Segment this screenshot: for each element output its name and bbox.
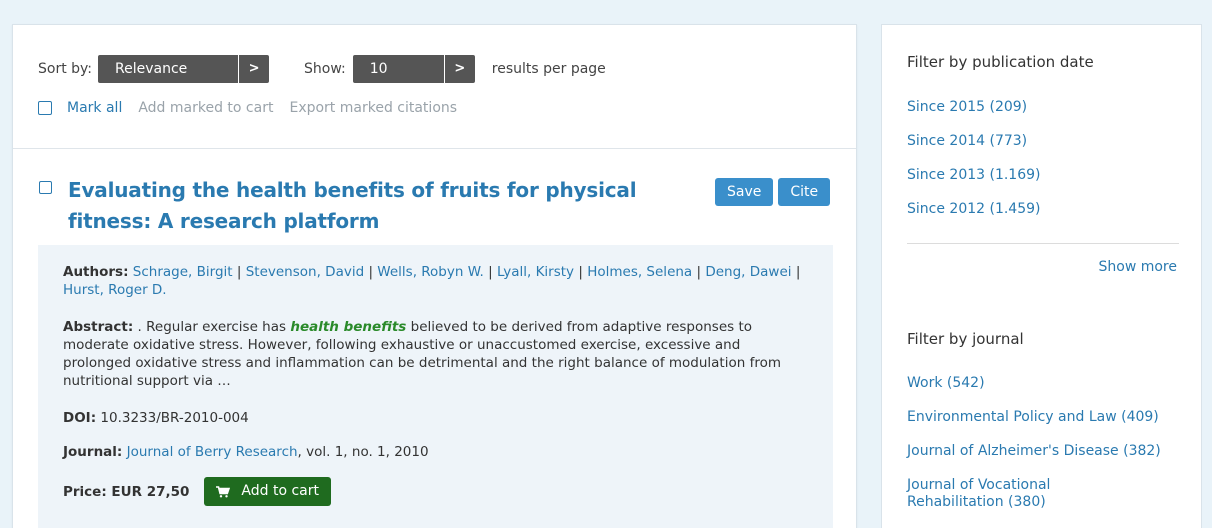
filter-date-item[interactable]: Since 2015 (209) — [907, 99, 1187, 116]
doi-value: 10.3233/BR-2010-004 — [96, 410, 249, 426]
result-title-link[interactable]: Evaluating the health benefits of fruits… — [68, 175, 708, 237]
doi-line: DOI: 10.3233/BR-2010-004 — [63, 409, 808, 427]
show-more-link[interactable]: Show more — [1099, 259, 1178, 275]
show-label: Show: — [304, 61, 346, 77]
journal-filter-heading: Filter by journal — [907, 330, 1024, 348]
filter-date-item[interactable]: Since 2014 (773) — [907, 133, 1187, 150]
filter-panel: Filter by publication date Since 2015 (2… — [881, 24, 1202, 528]
filter-divider — [907, 243, 1179, 244]
abstract-label: Abstract: — [63, 319, 134, 335]
author-link[interactable]: Stevenson, David — [246, 264, 364, 280]
per-page-select-value[interactable]: 10 — [352, 55, 444, 83]
filter-date-item[interactable]: Since 2013 (1.169) — [907, 167, 1187, 184]
result-actions: Save Cite — [715, 178, 835, 206]
mark-all-link[interactable]: Mark all — [67, 100, 122, 116]
results-panel: Sort by: Relevance > Show: 10 > results … — [12, 24, 857, 528]
abstract-line: Abstract: . Regular exercise has health … — [63, 318, 808, 390]
author-separator: | — [791, 264, 801, 280]
sort-select[interactable]: Relevance > — [98, 55, 270, 83]
add-marked-to-cart-link[interactable]: Add marked to cart — [138, 100, 273, 116]
filter-date-item[interactable]: Since 2012 (1.459) — [907, 201, 1187, 218]
results-toolbar: Sort by: Relevance > Show: 10 > results … — [13, 25, 856, 149]
per-page-select[interactable]: 10 > — [352, 55, 475, 83]
filter-journal-item[interactable]: Environmental Policy and Law (409) — [907, 409, 1187, 426]
author-link[interactable]: Lyall, Kirsty — [497, 264, 574, 280]
sort-label: Sort by: — [38, 61, 93, 77]
author-link[interactable]: Holmes, Selena — [587, 264, 692, 280]
author-separator: | — [692, 264, 706, 280]
publication-date-filter-heading: Filter by publication date — [907, 53, 1094, 71]
result-checkbox[interactable] — [39, 181, 52, 194]
results-per-page-label: results per page — [491, 61, 606, 77]
author-separator: | — [483, 264, 497, 280]
add-to-cart-button[interactable]: Add to cart — [204, 477, 332, 506]
authors-line: Authors: Schrage, Birgit | Stevenson, Da… — [63, 263, 808, 299]
abstract-text-start: . Regular exercise has — [133, 319, 291, 335]
journal-line: Journal: Journal of Berry Research, vol.… — [63, 443, 808, 461]
author-separator: | — [364, 264, 378, 280]
sort-controls: Sort by: Relevance > Show: 10 > results … — [38, 55, 606, 83]
result-details: Authors: Schrage, Birgit | Stevenson, Da… — [38, 245, 833, 528]
author-link[interactable]: Deng, Dawei — [705, 264, 791, 280]
author-separator: | — [232, 264, 246, 280]
journal-link[interactable]: Journal of Berry Research — [127, 444, 298, 460]
cite-button[interactable]: Cite — [778, 178, 831, 206]
add-to-cart-label: Add to cart — [241, 483, 320, 499]
authors-label: Authors: — [63, 264, 129, 280]
author-link[interactable]: Hurst, Roger D. — [63, 282, 167, 298]
mark-all-checkbox[interactable] — [38, 101, 52, 115]
per-page-chevron-right-icon[interactable]: > — [443, 55, 475, 83]
export-marked-citations-link[interactable]: Export marked citations — [289, 100, 457, 116]
filter-journal-item[interactable]: Journal of Alzheimer's Disease (382) — [907, 443, 1187, 460]
filter-journal-item[interactable]: Work (542) — [907, 375, 1187, 392]
journal-details: , vol. 1, no. 1, 2010 — [297, 444, 429, 460]
doi-label: DOI: — [63, 410, 97, 426]
sort-select-chevron-right-icon[interactable]: > — [238, 55, 270, 83]
sort-select-value[interactable]: Relevance — [98, 55, 239, 83]
save-button[interactable]: Save — [715, 178, 774, 206]
shopping-cart-icon — [216, 485, 231, 497]
abstract-highlight: health benefits — [290, 319, 407, 335]
price-label: Price: EUR 27,50 — [63, 483, 190, 500]
filter-journal-item[interactable]: Journal of Vocational Rehabilitation (38… — [907, 477, 1087, 511]
author-link[interactable]: Schrage, Birgit — [133, 264, 233, 280]
author-link[interactable]: Wells, Robyn W. — [377, 264, 484, 280]
price-row: Price: EUR 27,50 Add to cart — [63, 477, 332, 506]
mark-controls: Mark all Add marked to cart Export marke… — [38, 100, 457, 116]
author-separator: | — [574, 264, 588, 280]
authors-list: Schrage, Birgit | Stevenson, David | Wel… — [63, 264, 800, 298]
journal-label: Journal: — [63, 444, 123, 460]
